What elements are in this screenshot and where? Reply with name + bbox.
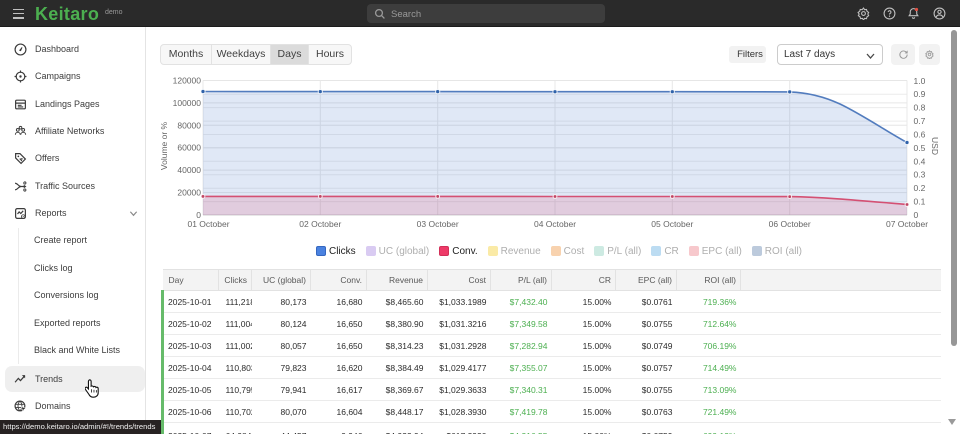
svg-text:0.8: 0.8 bbox=[914, 103, 926, 113]
svg-text:0.9: 0.9 bbox=[914, 89, 926, 99]
svg-text:Volume or %: Volume or % bbox=[159, 121, 169, 170]
svg-text:80000: 80000 bbox=[177, 120, 201, 130]
svg-text:0.5: 0.5 bbox=[914, 143, 926, 153]
svg-text:40000: 40000 bbox=[177, 165, 201, 175]
svg-text:1.0: 1.0 bbox=[914, 76, 926, 86]
svg-text:05 October: 05 October bbox=[651, 219, 693, 229]
svg-text:06 October: 06 October bbox=[769, 219, 811, 229]
svg-text:02 October: 02 October bbox=[299, 219, 341, 229]
svg-text:04 October: 04 October bbox=[534, 219, 576, 229]
svg-text:0.4: 0.4 bbox=[914, 156, 926, 166]
svg-text:100000: 100000 bbox=[173, 98, 202, 108]
svg-text:01 October: 01 October bbox=[187, 219, 229, 229]
svg-text:0.2: 0.2 bbox=[914, 183, 926, 193]
svg-text:60000: 60000 bbox=[177, 143, 201, 153]
svg-text:07 October: 07 October bbox=[886, 219, 928, 229]
svg-text:USD: USD bbox=[930, 137, 940, 155]
svg-text:0.3: 0.3 bbox=[914, 170, 926, 180]
svg-text:0.1: 0.1 bbox=[914, 197, 926, 207]
svg-text:20000: 20000 bbox=[177, 188, 201, 198]
svg-text:0.7: 0.7 bbox=[914, 116, 926, 126]
svg-text:0.6: 0.6 bbox=[914, 130, 926, 140]
svg-text:120000: 120000 bbox=[173, 76, 202, 86]
svg-text:03 October: 03 October bbox=[417, 219, 459, 229]
